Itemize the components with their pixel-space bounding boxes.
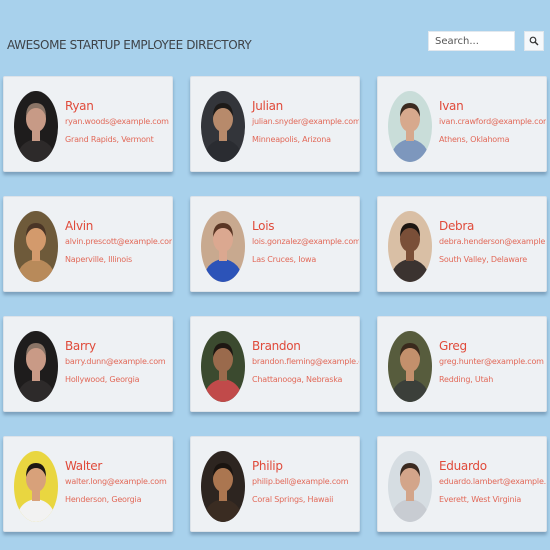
employee-location: Redding, Utah [439,375,494,384]
avatar [201,451,245,522]
employee-location: South Valley, Delaware [439,255,528,264]
employee-name: Lois [252,219,275,233]
employee-location: Henderson, Georgia [65,495,142,504]
page-header: AWESOME STARTUP EMPLOYEE DIRECTORY [0,0,550,80]
employee-email: barry.dunn@example.com [65,357,166,366]
avatar [388,331,432,402]
avatar [201,211,245,282]
avatar-photo [201,211,245,282]
employee-card[interactable]: Barry barry.dunn@example.com Hollywood, … [3,316,173,412]
employee-location: Grand Rapids, Vermont [65,135,154,144]
employee-card[interactable]: Alvin alvin.prescott@example.com Napervi… [3,196,173,292]
employee-name: Ryan [65,99,94,113]
employee-name: Barry [65,339,96,353]
avatar [14,211,58,282]
employee-location: Coral Springs, Hawaii [252,495,334,504]
avatar-photo [388,451,432,522]
employee-email: brandon.fleming@example.com [252,357,359,366]
avatar [388,91,432,162]
avatar-photo [201,331,245,402]
employee-email: lois.gonzalez@example.com [252,237,360,246]
employee-name: Greg [439,339,467,353]
employee-card[interactable]: Eduardo eduardo.lambert@example.com Ever… [377,436,547,532]
avatar-photo [201,91,245,162]
avatar-photo [14,211,58,282]
employee-card[interactable]: Walter walter.long@example.com Henderson… [3,436,173,532]
employee-location: Everett, West Virginia [439,495,522,504]
employee-location: Minneapolis, Arizona [252,135,331,144]
employee-name: Ivan [439,99,464,113]
avatar-photo [201,451,245,522]
employee-email: alvin.prescott@example.com [65,237,173,246]
employee-name: Philip [252,459,283,473]
employee-location: Athens, Oklahoma [439,135,510,144]
employee-email: walter.long@example.com [65,477,167,486]
avatar [388,451,432,522]
employee-email: ivan.crawford@example.com [439,117,547,126]
employee-email: ryan.woods@example.com [65,117,169,126]
employee-email: debra.henderson@example.com [439,237,546,246]
avatar [388,211,432,282]
employee-card[interactable]: Julian julian.snyder@example.com Minneap… [190,76,360,172]
avatar-photo [388,211,432,282]
employee-name: Walter [65,459,103,473]
employee-card[interactable]: Debra debra.henderson@example.com South … [377,196,547,292]
magnifier-icon [529,36,539,46]
employee-email: eduardo.lambert@example.com [439,477,547,486]
search-input[interactable] [428,31,515,51]
avatar [14,91,58,162]
avatar-photo [14,91,58,162]
avatar-photo [388,331,432,402]
employee-card[interactable]: Greg greg.hunter@example.com Redding, Ut… [377,316,547,412]
employee-card[interactable]: Lois lois.gonzalez@example.com Las Cruce… [190,196,360,292]
employee-email: greg.hunter@example.com [439,357,544,366]
employee-card[interactable]: Ivan ivan.crawford@example.com Athens, O… [377,76,547,172]
employee-name: Brandon [252,339,301,353]
employee-name: Eduardo [439,459,487,473]
employee-card[interactable]: Ryan ryan.woods@example.com Grand Rapids… [3,76,173,172]
avatar-photo [388,91,432,162]
avatar [201,331,245,402]
employee-location: Naperville, Illinois [65,255,132,264]
employee-location: Hollywood, Georgia [65,375,140,384]
employee-email: philip.bell@example.com [252,477,349,486]
avatar [14,331,58,402]
employee-name: Julian [252,99,283,113]
avatar-photo [14,451,58,522]
employee-grid: Ryan ryan.woods@example.com Grand Rapids… [3,76,550,532]
employee-location: Las Cruces, Iowa [252,255,317,264]
avatar-photo [14,331,58,402]
employee-email: julian.snyder@example.com [252,117,360,126]
employee-location: Chattanooga, Nebraska [252,375,343,384]
employee-card[interactable]: Philip philip.bell@example.com Coral Spr… [190,436,360,532]
employee-name: Alvin [65,219,94,233]
employee-name: Debra [439,219,475,233]
page-title: AWESOME STARTUP EMPLOYEE DIRECTORY [7,38,252,52]
search-button[interactable] [524,31,544,51]
avatar [14,451,58,522]
employee-card[interactable]: Brandon brandon.fleming@example.com Chat… [190,316,360,412]
avatar [201,91,245,162]
